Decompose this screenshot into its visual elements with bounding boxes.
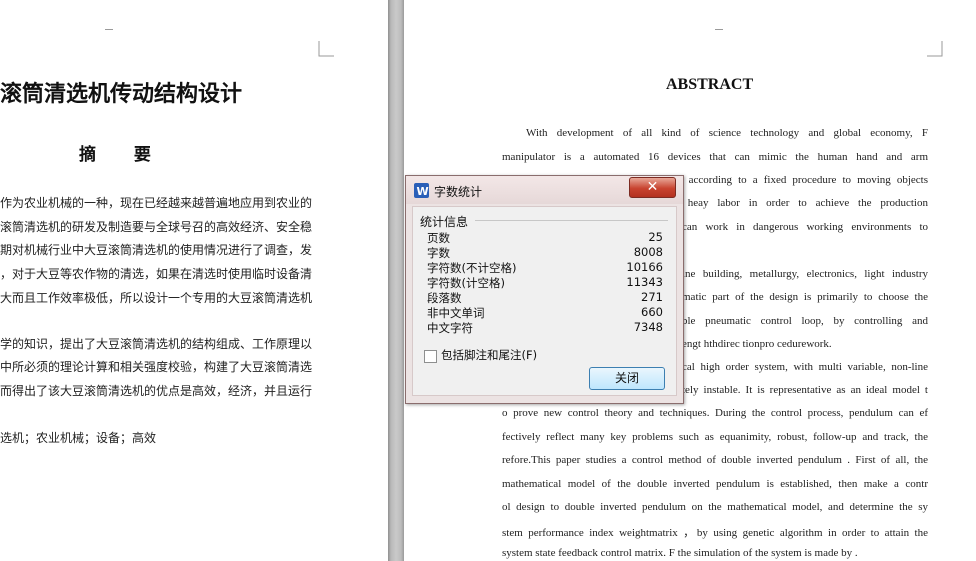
dialog-title: 字数统计	[434, 185, 483, 199]
include-footnotes-checkbox[interactable]	[424, 350, 437, 363]
paragraph-line: 学的知识，提出了大豆滚筒清选机的结构组成、工作原理以	[0, 337, 313, 351]
paragraph-line: can work in dangerous working environmen…	[682, 221, 928, 233]
paragraph-line: engt hthdirec tionpro cedurework.	[682, 338, 832, 350]
paragraph-line: ble pneumatic control loop, by controlli…	[682, 315, 928, 327]
word-count-dialog: W 字数统计 ✕ 统计信息 页数 25 字数 8008 字符数(不计空格) 10…	[405, 175, 684, 404]
dialog-body: 统计信息 页数 25 字数 8008 字符数(不计空格) 10166 字符数(计…	[412, 206, 677, 396]
margin-corner-mark	[927, 41, 943, 57]
stat-label: 字符数(计空格)	[427, 276, 505, 290]
stat-row: 中文字符 7348	[427, 320, 663, 335]
stat-row: 非中文单词 660	[427, 305, 663, 320]
group-divider	[475, 220, 668, 221]
paragraph-line: refore.This paper studies a control meth…	[502, 454, 928, 466]
paragraph-line: 大而且工作效率极低，所以设计一个专用的大豆滚筒清选机	[0, 291, 313, 305]
svg-text:W: W	[417, 185, 429, 198]
stat-label: 非中文单词	[427, 306, 485, 320]
stat-value: 25	[648, 230, 663, 244]
keywords-line: 选机；农业机械；设备；高效	[0, 431, 157, 445]
wps-writer-icon: W	[414, 183, 429, 198]
paragraph-line: stem performance index weightmatrix ，by …	[502, 527, 928, 539]
paragraph-line: system state feedback control matrix. F …	[502, 547, 858, 559]
stat-label: 字符数(不计空格)	[427, 261, 517, 275]
stat-value: 8008	[633, 245, 663, 259]
paragraph-line: ol design to double inverted pendulum on…	[502, 501, 928, 513]
stat-row: 段落数 271	[427, 290, 663, 305]
stat-label: 字数	[427, 246, 450, 260]
paragraph-line: 期对机械行业中大豆滚筒清选机的使用情况进行了调查，发	[0, 243, 313, 257]
paragraph-line: 中所必须的理论计算和相关强度校验，构建了大豆滚筒清选	[0, 360, 313, 374]
stat-row: 字符数(计空格) 11343	[427, 275, 663, 290]
paragraph-line: matic part of the design is primarily to…	[682, 291, 928, 303]
paragraph-line: ine building, metallurgy, electronics, l…	[682, 268, 928, 280]
stat-value: 271	[641, 290, 663, 304]
paragraph-line: 而得出了该大豆滚筒清选机的优点是高效，经济，并且运行	[0, 384, 313, 398]
paragraph-line: mathematical model of the double inverte…	[502, 478, 928, 490]
stat-label: 中文字符	[427, 321, 473, 335]
group-label: 统计信息	[420, 215, 469, 229]
paragraph-line: manipulator is a automated 16 devices th…	[502, 151, 928, 163]
close-icon[interactable]: ✕	[629, 177, 676, 198]
stat-value: 7348	[633, 320, 663, 334]
paragraph-line: 滚筒清选机的研发及制造要与全球号召的高效经济、安全稳	[0, 220, 313, 234]
close-button[interactable]: 关闭	[589, 367, 665, 390]
paragraph-line: ，对于大豆等农作物的清选，如果在清选时使用临时设备清	[0, 267, 313, 281]
stat-value: 10166	[626, 260, 663, 274]
document-title: 滚筒清选机传动结构设计	[0, 82, 243, 107]
dialog-titlebar[interactable]: W 字数统计 ✕	[406, 176, 683, 204]
abstract-heading-cn: 摘 要	[79, 145, 167, 165]
header-mark	[105, 29, 113, 30]
paragraph-line: tely instable. It is representative as a…	[682, 384, 928, 396]
paragraph-line: o prove new control theory and technique…	[502, 407, 928, 419]
stat-value: 11343	[626, 275, 663, 289]
paragraph-line: fectively reflect many key problems such…	[502, 431, 928, 443]
paragraph-line: 作为农业机械的一种，现在已经越来越普遍地应用到农业的	[0, 196, 313, 210]
stat-label: 段落数	[427, 291, 462, 305]
stat-row: 字数 8008	[427, 245, 663, 260]
paragraph-line: cal high order system, with multi variab…	[682, 361, 928, 373]
paragraph-line: e heay labor in order to achieve the pro…	[674, 197, 928, 209]
stat-value: 660	[641, 305, 663, 319]
stat-row: 字符数(不计空格) 10166	[427, 260, 663, 275]
paragraph-line: m according to a fixed procedure to movi…	[674, 174, 928, 186]
stat-label: 页数	[427, 231, 450, 245]
page-gap	[388, 0, 404, 561]
paragraph-line: With development of all kind of science …	[526, 127, 928, 139]
abstract-heading-en: ABSTRACT	[666, 76, 754, 93]
document-page-left: 滚筒清选机传动结构设计 摘 要 作为农业机械的一种，现在已经越来越普遍地应用到农…	[0, 0, 388, 561]
stat-row: 页数 25	[427, 230, 663, 245]
include-footnotes-label[interactable]: 包括脚注和尾注(F)	[441, 347, 537, 363]
header-mark	[715, 29, 723, 30]
margin-corner-mark	[318, 41, 334, 57]
